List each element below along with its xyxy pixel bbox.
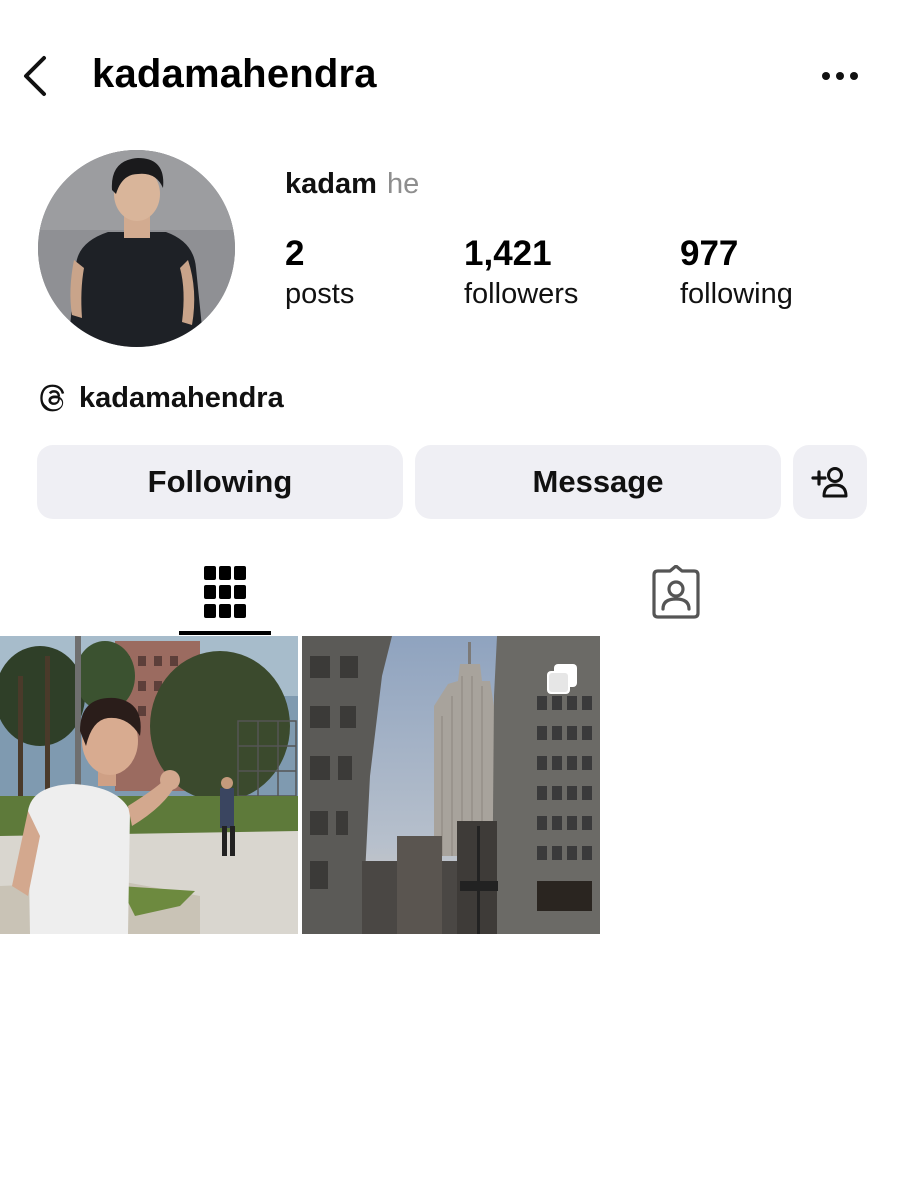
threads-handle: kadamahendra xyxy=(79,381,284,414)
stat-following[interactable]: 977 following xyxy=(680,233,793,313)
stat-following-label: following xyxy=(680,278,793,310)
top-bar: kadamahendra xyxy=(0,40,902,112)
stat-posts-label: posts xyxy=(285,278,355,310)
tab-posts-grid[interactable] xyxy=(179,548,271,636)
more-dots-icon xyxy=(822,72,858,80)
tab-tagged[interactable] xyxy=(630,548,722,636)
avatar[interactable] xyxy=(38,150,235,347)
post-photo-park xyxy=(0,636,298,934)
stat-posts: 2 posts xyxy=(285,233,354,313)
profile-page: kadamahendra kadam he 2 posts 1,421 foll… xyxy=(0,0,902,1200)
suggest-people-button[interactable] xyxy=(793,445,867,519)
post-thumbnail-1[interactable] xyxy=(0,636,298,934)
chevron-left-icon xyxy=(24,56,46,96)
multiple-photos-icon xyxy=(547,664,577,694)
tagged-person-icon xyxy=(652,565,700,619)
display-name: kadam xyxy=(285,168,377,200)
stat-followers-label: followers xyxy=(464,278,579,310)
message-button[interactable]: Message xyxy=(415,445,781,519)
pronouns: he xyxy=(386,168,420,200)
following-button[interactable]: Following xyxy=(37,445,403,519)
stat-followers[interactable]: 1,421 followers xyxy=(464,233,578,313)
grid-icon xyxy=(204,566,246,618)
stat-following-count: 977 xyxy=(680,234,739,273)
profile-name: kadam he xyxy=(285,168,419,201)
stat-posts-count: 2 xyxy=(285,234,305,273)
active-tab-indicator xyxy=(179,631,271,635)
post-thumbnail-2[interactable] xyxy=(302,636,600,934)
more-options-button[interactable] xyxy=(818,66,862,86)
avatar-photo xyxy=(38,150,235,347)
stat-followers-count: 1,421 xyxy=(464,234,552,273)
threads-icon xyxy=(40,384,65,412)
threads-link[interactable]: kadamahendra xyxy=(38,378,284,418)
add-person-icon xyxy=(811,467,848,498)
back-button[interactable] xyxy=(18,54,58,98)
profile-username-title: kadamahendra xyxy=(92,52,377,96)
